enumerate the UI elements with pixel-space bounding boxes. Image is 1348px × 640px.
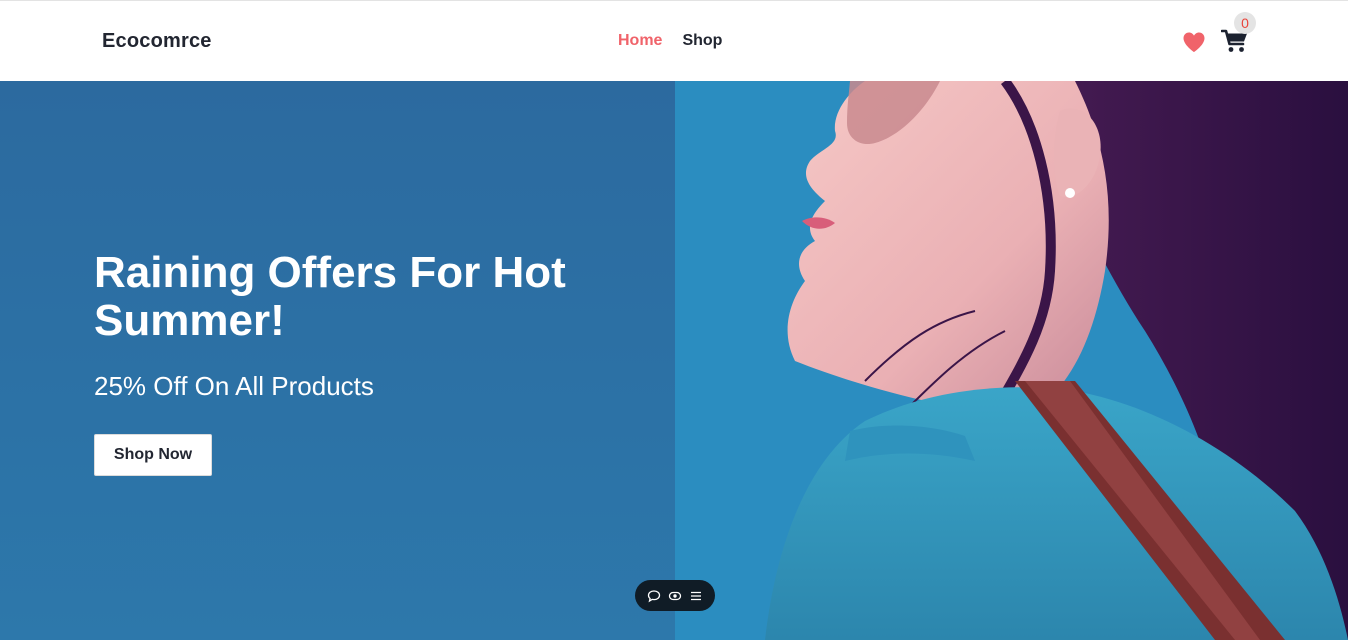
brand-logo-text[interactable]: Ecocomrce (102, 30, 212, 53)
hero-photo (675, 81, 1348, 640)
menu-button[interactable] (688, 588, 704, 604)
hero-title: Raining Offers For Hot Summer! (94, 248, 566, 345)
menu-icon (691, 591, 701, 600)
nav-link-shop[interactable]: Shop (682, 32, 722, 50)
shop-now-button[interactable]: Shop Now (94, 434, 212, 476)
nav-link-home[interactable]: Home (618, 32, 662, 50)
main-nav: Home Shop (618, 32, 722, 50)
comment-icon (647, 589, 661, 602)
floating-toolbar (635, 580, 715, 611)
eye-icon (668, 591, 682, 600)
wishlist-button[interactable] (1182, 31, 1206, 53)
top-navbar: Ecocomrce Home Shop 0 (0, 0, 1348, 81)
hero-subtitle: 25% Off On All Products (94, 371, 374, 401)
hero-left-panel (0, 81, 675, 640)
preview-button[interactable] (667, 588, 683, 604)
heart-icon (1183, 32, 1205, 52)
hero-banner: Raining Offers For Hot Summer! 25% Off O… (0, 81, 1348, 640)
woman-in-sunglasses-photo (675, 81, 1348, 640)
cart-count-badge: 0 (1234, 12, 1256, 34)
comment-button[interactable] (646, 588, 662, 604)
